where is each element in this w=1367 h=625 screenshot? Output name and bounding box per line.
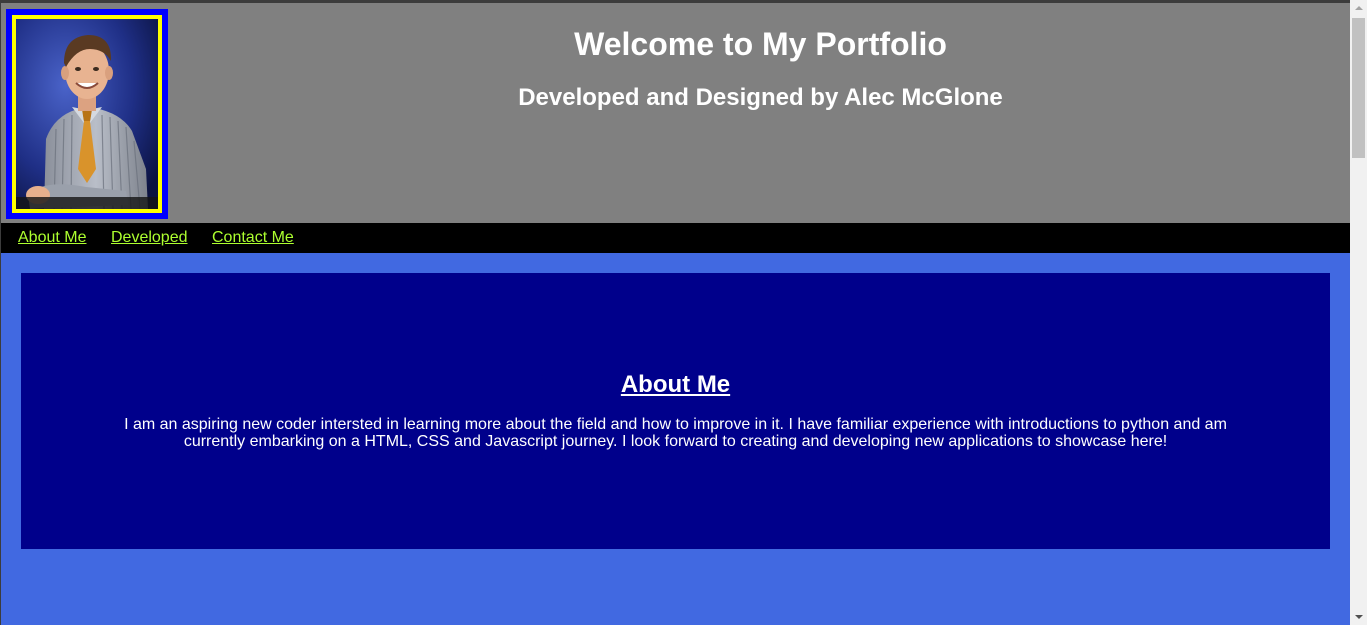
page-subtitle: Developed and Designed by Alec McGlone — [518, 84, 1003, 111]
nav-link-developed[interactable]: Developed — [111, 229, 188, 247]
nav-link-contact-me[interactable]: Contact Me — [212, 229, 294, 247]
scroll-down-arrow-icon[interactable] — [1355, 615, 1363, 619]
profile-photo-frame — [6, 9, 168, 219]
about-me-section: About Me I am an aspiring new coder inte… — [21, 273, 1330, 549]
vertical-scrollbar[interactable] — [1350, 0, 1367, 625]
page-title: Welcome to My Portfolio — [574, 26, 947, 62]
main-nav: About Me Developed Contact Me — [1, 223, 1350, 253]
nav-link-about-me[interactable]: About Me — [18, 229, 86, 247]
scroll-up-arrow-icon[interactable] — [1355, 6, 1363, 10]
about-me-heading: About Me — [620, 371, 731, 398]
about-me-text: I am an aspiring new coder intersted in … — [124, 416, 1227, 450]
scrollbar-thumb[interactable] — [1352, 18, 1365, 158]
profile-photo — [16, 19, 158, 209]
page-header: Welcome to My Portfolio Developed and De… — [1, 3, 1350, 223]
profile-photo-border — [12, 15, 162, 213]
